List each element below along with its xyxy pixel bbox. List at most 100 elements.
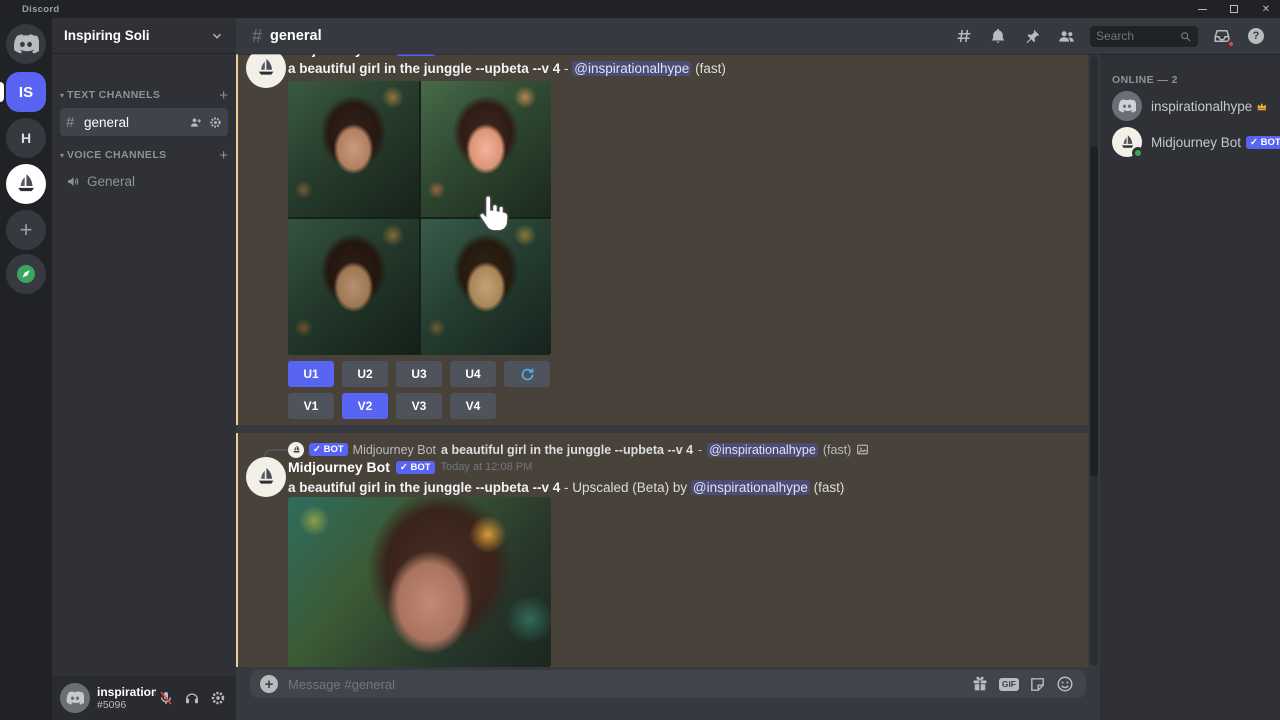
timestamp: Today at 12:08 PM (441, 54, 533, 55)
upscale-button-u3[interactable]: U3 (396, 361, 442, 387)
minimize-button[interactable] (1194, 2, 1210, 16)
speed-mode: (fast) (695, 61, 726, 76)
gear-icon (210, 690, 226, 706)
variation-button-v1[interactable]: V1 (288, 393, 334, 419)
upload-attachment-button[interactable]: + (260, 675, 278, 693)
upscale-button-u1[interactable]: U1 (288, 361, 334, 387)
gif-picker-button[interactable]: GIF (999, 678, 1019, 691)
sticker-picker-button[interactable] (1029, 676, 1046, 693)
user-settings-button[interactable] (208, 688, 228, 708)
reply-separator: - (698, 443, 702, 457)
grid-image-1[interactable] (288, 81, 419, 217)
maximize-button[interactable] (1226, 2, 1242, 16)
message-input-bar: + GIF (250, 670, 1086, 698)
member-row-midjourney-bot[interactable]: Midjourney Bot ✓ BOT (1106, 124, 1274, 160)
user-avatar[interactable] (60, 683, 90, 713)
midjourney-bot-avatar[interactable] (246, 457, 286, 497)
emoji-picker-button[interactable] (1056, 675, 1074, 693)
voice-channels-category[interactable]: ▾ VOICE CHANNELS + (60, 146, 228, 164)
titlebar: Discord ✕ (0, 0, 1280, 18)
add-server-button[interactable]: + (6, 210, 46, 250)
reply-mention[interactable]: @inspirationalhype (707, 443, 818, 457)
channel-name: general (84, 115, 189, 130)
inbox-button[interactable] (1212, 26, 1232, 46)
reply-author[interactable]: Midjourney Bot (353, 443, 436, 457)
search-input[interactable]: Search (1090, 26, 1198, 47)
server-icon-inspiring-soli[interactable]: IS (6, 72, 46, 112)
upscale-button-u2[interactable]: U2 (342, 361, 388, 387)
reply-prompt: a beautiful girl in the junggle --upbeta… (441, 443, 693, 457)
help-button[interactable]: ? (1246, 26, 1266, 46)
chat-scrollbar-thumb[interactable] (1090, 146, 1098, 476)
deafen-button[interactable] (182, 688, 202, 708)
user-mention[interactable]: @inspirationalhype (572, 61, 691, 76)
create-text-channel-button[interactable]: + (219, 87, 228, 104)
search-icon (1179, 30, 1192, 43)
help-icon: ? (1248, 28, 1264, 44)
message-list: Midjourney Bot ✓ BOT Today at 12:08 PM a… (236, 54, 1100, 720)
prompt-text: a beautiful girl in the junggle --upbeta… (288, 61, 560, 76)
create-voice-channel-button[interactable]: + (219, 147, 228, 164)
channel-title: general (270, 28, 954, 44)
member-avatar (1112, 127, 1142, 157)
reroll-button[interactable] (504, 361, 550, 387)
variation-button-v2[interactable]: V2 (342, 393, 388, 419)
inbox-notification-dot (1227, 40, 1235, 48)
author-name[interactable]: Midjourney Bot (288, 54, 390, 57)
online-status-dot (1132, 147, 1144, 159)
bot-badge: ✓ BOT (396, 461, 435, 474)
text-channels-label: TEXT CHANNELS (67, 89, 219, 101)
members-icon (1057, 27, 1076, 46)
member-list: ONLINE — 2 inspirationalhype Midjourney … (1100, 54, 1280, 720)
bot-badge: ✓ BOT (1246, 136, 1280, 149)
app-title: Discord (22, 4, 59, 15)
pinned-messages-button[interactable] (1022, 26, 1042, 46)
variation-button-v4[interactable]: V4 (450, 393, 496, 419)
home-button[interactable] (6, 24, 46, 64)
minimize-icon (1198, 9, 1207, 10)
channel-header: # general Search ? (236, 18, 1280, 54)
reply-bot-badge: ✓ BOT (309, 443, 348, 456)
server-name: Inspiring Soli (64, 28, 210, 43)
voice-channel-general[interactable]: General (60, 168, 228, 194)
channel-settings-gear-icon[interactable] (209, 116, 222, 129)
message-input[interactable] (288, 677, 971, 692)
discord-window: Discord ✕ IS H + (0, 0, 1280, 720)
channel-item-general[interactable]: # general (60, 108, 228, 136)
mute-microphone-button[interactable] (156, 688, 176, 708)
explore-servers-button[interactable] (6, 254, 46, 294)
server-header-dropdown[interactable]: Inspiring Soli (52, 18, 236, 54)
member-list-toggle-button[interactable] (1056, 26, 1076, 46)
author-name[interactable]: Midjourney Bot (288, 459, 390, 475)
threads-hash-icon (955, 27, 973, 45)
online-count-header: ONLINE — 2 (1112, 74, 1178, 86)
sailboat-icon (254, 56, 278, 80)
pin-icon (1024, 28, 1041, 45)
gift-nitro-button[interactable] (971, 675, 989, 693)
hash-icon: # (252, 26, 262, 47)
user-mention[interactable]: @inspirationalhype (691, 480, 810, 495)
user-bar: inspiration... #5096 (52, 676, 236, 720)
upscaled-image[interactable] (288, 497, 551, 667)
close-button[interactable]: ✕ (1258, 2, 1274, 16)
midjourney-bot-avatar[interactable] (246, 54, 286, 88)
server-icon-midjourney[interactable] (6, 164, 46, 204)
separator: - (564, 61, 569, 76)
message-content: a beautiful girl in the junggle --upbeta… (288, 60, 1072, 78)
threads-button[interactable] (954, 26, 974, 46)
variation-button-v3[interactable]: V3 (396, 393, 442, 419)
reply-reference[interactable]: ✓ BOT Midjourney Bot a beautiful girl in… (288, 441, 1028, 458)
user-identity[interactable]: inspiration... #5096 (97, 686, 156, 711)
invite-people-icon[interactable] (189, 116, 202, 129)
server-icon-h[interactable]: H (6, 118, 46, 158)
gift-icon (971, 675, 989, 693)
grid-image-4[interactable] (421, 219, 552, 355)
voice-channel-name: General (87, 174, 135, 189)
notification-settings-button[interactable] (988, 26, 1008, 46)
member-row-inspirationalhype[interactable]: inspirationalhype (1106, 88, 1274, 124)
text-channels-category[interactable]: ▾ TEXT CHANNELS + (60, 86, 228, 104)
variation-button-row: V1 V2 V3 V4 (288, 393, 496, 419)
upscale-button-u4[interactable]: U4 (450, 361, 496, 387)
prompt-text: a beautiful girl in the junggle --upbeta… (288, 480, 560, 495)
grid-image-3[interactable] (288, 219, 419, 355)
